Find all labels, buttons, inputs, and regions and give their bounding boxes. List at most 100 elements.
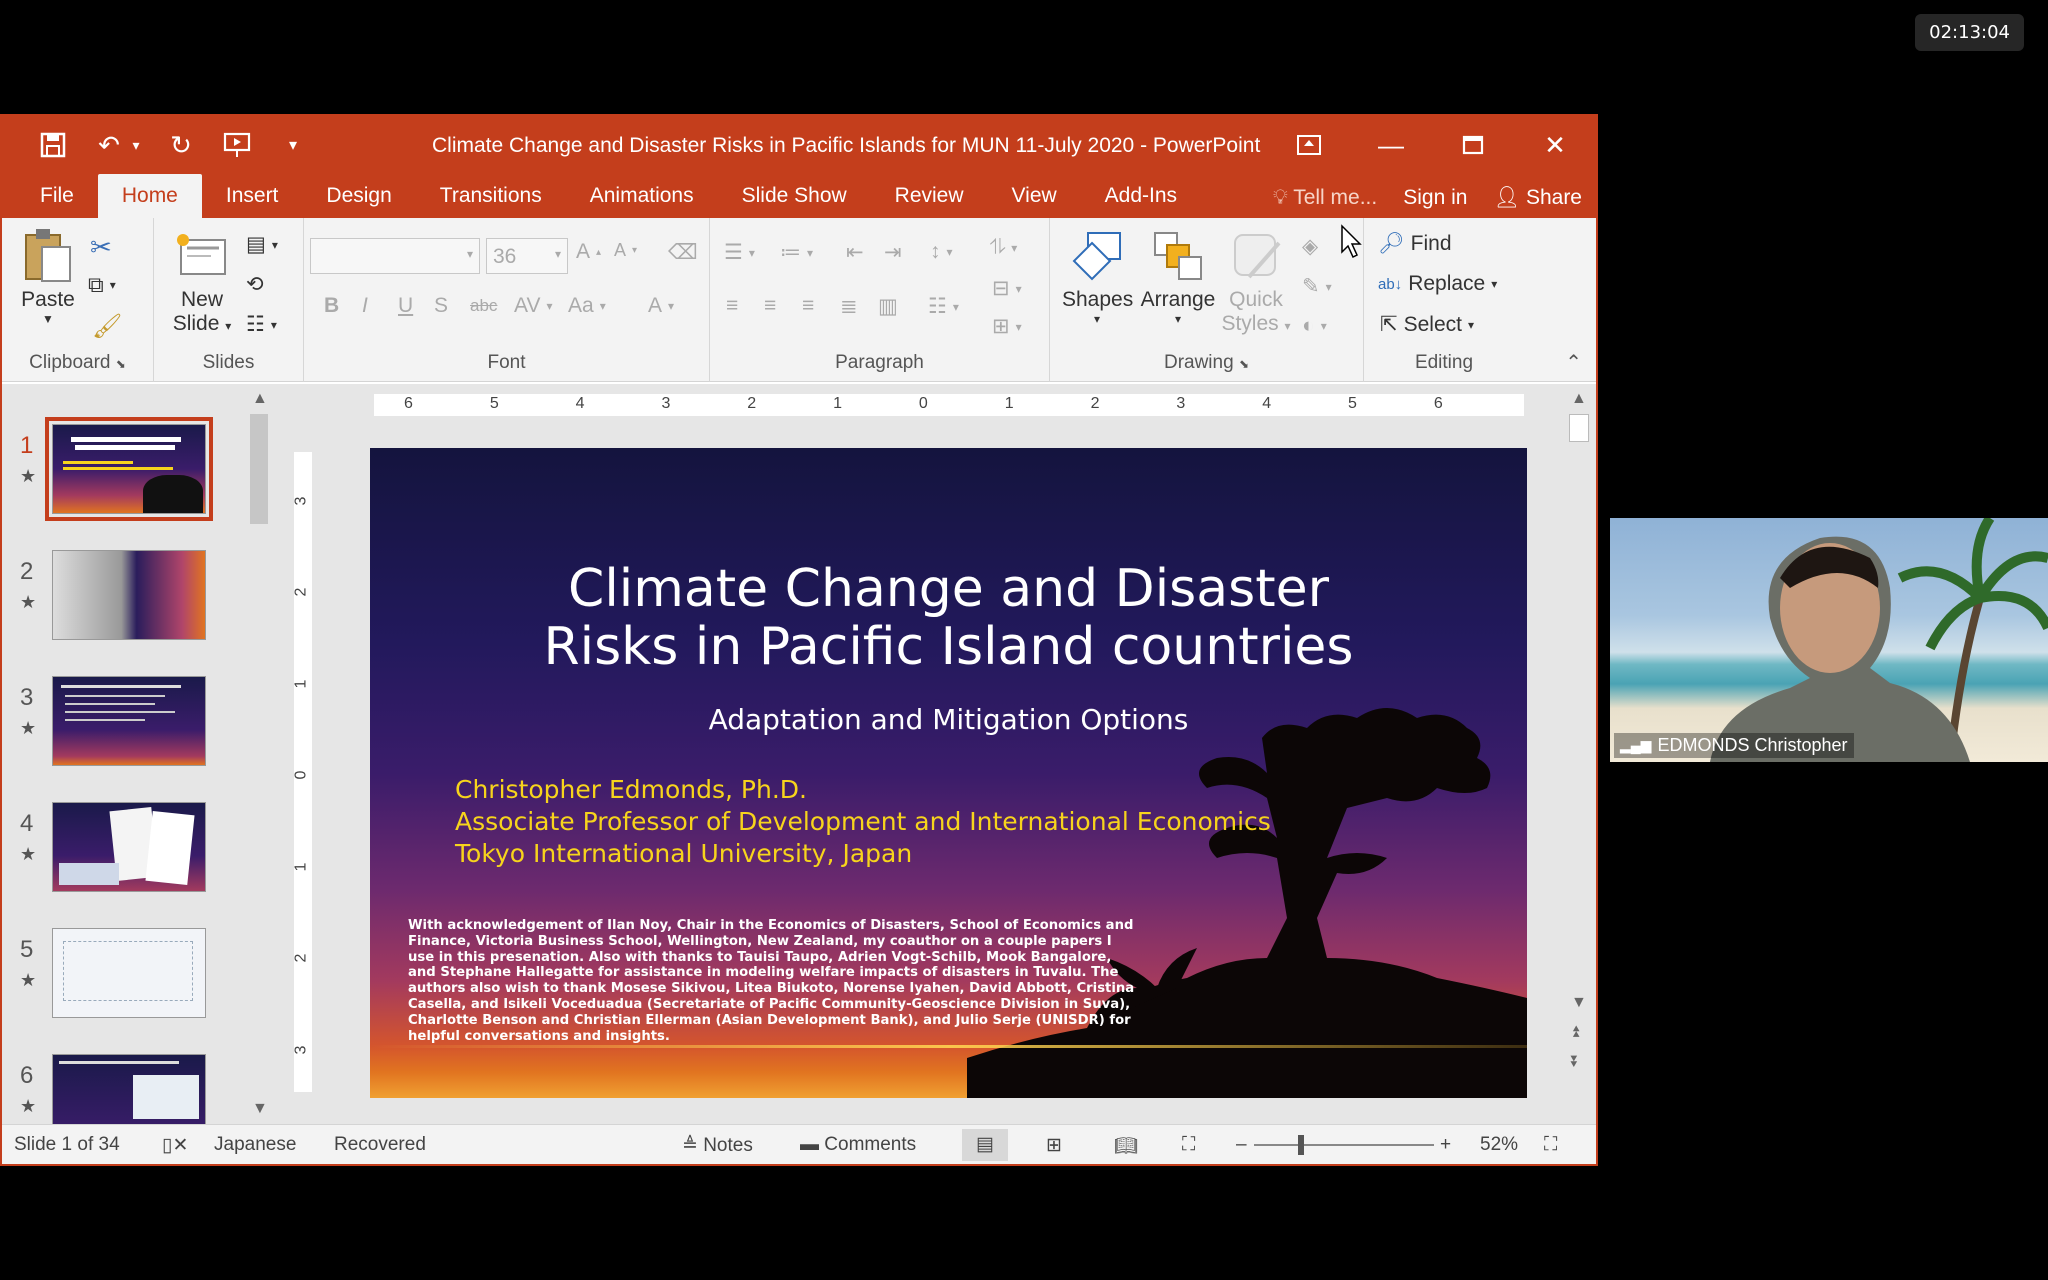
language-indicator[interactable]: Japanese bbox=[214, 1134, 296, 1156]
redo-icon[interactable]: ↻ bbox=[164, 128, 198, 162]
maximize-icon[interactable] bbox=[1432, 116, 1514, 174]
cut-icon[interactable]: ✂ bbox=[90, 232, 112, 263]
decrease-font-icon[interactable]: A ▾ bbox=[614, 240, 637, 261]
undo-icon[interactable]: ↶ bbox=[92, 128, 126, 162]
zoom-slider-knob[interactable] bbox=[1298, 1135, 1304, 1155]
tab-view[interactable]: View bbox=[988, 184, 1081, 218]
tab-add-ins[interactable]: Add-Ins bbox=[1081, 184, 1201, 218]
shape-fill-icon[interactable]: ◈ bbox=[1302, 234, 1318, 259]
normal-view-icon[interactable]: ▤ bbox=[962, 1129, 1008, 1161]
zoom-out-icon[interactable]: – bbox=[1236, 1134, 1247, 1156]
zoom-slider[interactable] bbox=[1254, 1144, 1434, 1146]
tell-me-search[interactable]: 💡︎ Tell me... bbox=[1273, 186, 1377, 210]
fit-to-window-icon[interactable]: ⛶ bbox=[1544, 1134, 1557, 1156]
close-icon[interactable]: ✕ bbox=[1514, 116, 1596, 174]
layout-icon[interactable]: ▤ ▾ bbox=[246, 232, 278, 257]
thumbnail-slide-2[interactable]: 2 ★ bbox=[2, 550, 222, 650]
dialog-launcher-icon[interactable]: ⬊ bbox=[116, 357, 126, 371]
strikethrough-icon[interactable]: abc bbox=[470, 296, 497, 316]
spell-check-icon[interactable]: ▯✕ bbox=[162, 1134, 188, 1157]
shape-outline-icon[interactable]: ✎ ▾ bbox=[1302, 274, 1332, 299]
tab-review[interactable]: Review bbox=[871, 184, 988, 218]
increase-font-icon[interactable]: A ▴ bbox=[576, 240, 601, 264]
tab-home[interactable]: Home bbox=[97, 174, 202, 218]
tab-animations[interactable]: Animations bbox=[566, 184, 718, 218]
comments-button[interactable]: ▬ Comments bbox=[800, 1134, 916, 1156]
align-left-icon[interactable]: ≡ bbox=[726, 294, 738, 318]
new-slide-button[interactable]: New Slide ▾ bbox=[164, 228, 240, 336]
notes-button[interactable]: ≜ Notes bbox=[682, 1134, 753, 1157]
text-direction-icon[interactable]: ⥮ ▾ bbox=[990, 236, 1017, 260]
previous-slide-icon[interactable]: ⏫︎ bbox=[1571, 1024, 1579, 1042]
arrange-button[interactable]: Arrange ▾ bbox=[1138, 228, 1218, 326]
increase-indent-icon[interactable]: ⇥ bbox=[884, 240, 902, 265]
select-button[interactable]: ⇱ Select ▾ bbox=[1380, 312, 1474, 337]
collapse-ribbon-icon[interactable]: ⌃ bbox=[1565, 350, 1582, 375]
scrollbar-thumb[interactable] bbox=[1569, 414, 1589, 442]
bullets-icon[interactable]: ☰ ▾ bbox=[724, 240, 755, 265]
minimize-icon[interactable]: — bbox=[1350, 116, 1432, 174]
scrollbar-thumb[interactable] bbox=[250, 414, 268, 524]
replace-button[interactable]: ab↓ Replace ▾ bbox=[1378, 272, 1497, 296]
transition-star-icon: ★ bbox=[20, 970, 37, 990]
clear-formatting-icon[interactable]: ⌫ bbox=[668, 240, 698, 265]
numbering-icon[interactable]: ≔ ▾ bbox=[780, 240, 813, 265]
copy-icon[interactable]: ⧉ ▾ bbox=[88, 272, 116, 298]
slide-sorter-icon[interactable]: ⊞ bbox=[1046, 1134, 1062, 1157]
find-button[interactable]: 🔎︎ Find bbox=[1378, 232, 1452, 256]
font-name-box[interactable]: ▾ bbox=[310, 238, 480, 274]
tab-insert[interactable]: Insert bbox=[202, 184, 303, 218]
change-case-icon[interactable]: Aa ▾ bbox=[568, 294, 606, 318]
undo-dropdown-icon[interactable]: ▾ bbox=[130, 128, 142, 162]
align-center-icon[interactable]: ≡ bbox=[764, 294, 776, 318]
thumbnail-slide-5[interactable]: 5 ★ bbox=[2, 928, 222, 1028]
line-spacing-icon[interactable]: ↕ ▾ bbox=[930, 240, 953, 264]
text-shadow-icon[interactable]: S bbox=[434, 294, 448, 318]
columns-icon[interactable]: ☷ ▾ bbox=[928, 294, 959, 319]
ribbon-display-options-icon[interactable] bbox=[1268, 116, 1350, 174]
thumbnail-slide-1[interactable]: 1 ★ bbox=[2, 417, 222, 524]
thumbnail-slide-4[interactable]: 4 ★ bbox=[2, 802, 222, 902]
font-size-box[interactable]: 36 ▾ bbox=[486, 238, 568, 274]
font-color-icon[interactable]: A ▾ bbox=[648, 294, 674, 318]
paste-button[interactable]: Paste ▼ bbox=[16, 228, 80, 326]
thumbnail-slide-3[interactable]: 3 ★ bbox=[2, 676, 222, 776]
customize-qat-icon[interactable]: ▾ bbox=[276, 128, 310, 162]
tab-transitions[interactable]: Transitions bbox=[416, 184, 566, 218]
share-button[interactable]: 👤︎ Share bbox=[1493, 186, 1582, 210]
slide-show-icon[interactable]: ⛶ bbox=[1182, 1134, 1195, 1156]
slide-vertical-scrollbar[interactable]: ▲ ▼ ⏫︎ ⏬︎ bbox=[1562, 384, 1596, 1124]
quick-styles-button[interactable]: Quick Styles ▾ bbox=[1220, 228, 1292, 336]
start-from-beginning-icon[interactable] bbox=[220, 128, 254, 162]
tab-file[interactable]: File bbox=[16, 184, 98, 218]
shape-effects-icon[interactable]: ◐ ▾ bbox=[1302, 314, 1327, 338]
decrease-indent-icon[interactable]: ⇤ bbox=[846, 240, 864, 265]
tab-design[interactable]: Design bbox=[302, 184, 415, 218]
smartart-icon[interactable]: ⊞ ▾ bbox=[992, 314, 1022, 339]
next-slide-icon[interactable]: ⏬︎ bbox=[1571, 1054, 1579, 1072]
section-icon[interactable]: ☷ ▾ bbox=[246, 312, 277, 337]
italic-icon[interactable]: I bbox=[362, 294, 368, 318]
tab-slide-show[interactable]: Slide Show bbox=[718, 184, 871, 218]
zoom-level[interactable]: 52% bbox=[1480, 1134, 1518, 1156]
align-right-icon[interactable]: ≡ bbox=[802, 294, 814, 318]
format-painter-icon[interactable]: 🖌︎ bbox=[92, 312, 122, 341]
character-spacing-icon[interactable]: AV ▾ bbox=[514, 294, 553, 318]
scroll-up-icon[interactable]: ▲ bbox=[1571, 390, 1587, 408]
justify-icon[interactable]: ≣ bbox=[840, 294, 858, 319]
bold-icon[interactable]: B bbox=[324, 294, 339, 318]
shapes-button[interactable]: Shapes ▾ bbox=[1062, 228, 1133, 326]
slide-canvas[interactable]: Climate Change and Disaster Risks in Pac… bbox=[370, 448, 1527, 1098]
scroll-down-icon[interactable]: ▼ bbox=[1571, 994, 1587, 1012]
distributed-icon[interactable]: ▥ bbox=[878, 294, 898, 319]
align-text-icon[interactable]: ⊟ ▾ bbox=[992, 276, 1022, 301]
scroll-up-icon[interactable]: ▲ bbox=[252, 390, 268, 408]
save-icon[interactable] bbox=[36, 128, 70, 162]
reading-view-icon[interactable]: 📖︎ bbox=[1114, 1134, 1138, 1158]
thumbnails-scrollbar[interactable]: ▲ ▼ bbox=[246, 384, 272, 1124]
zoom-in-icon[interactable]: + bbox=[1440, 1134, 1451, 1156]
reset-icon[interactable]: ⟲ bbox=[246, 272, 264, 297]
scroll-down-icon[interactable]: ▼ bbox=[252, 1100, 268, 1118]
sign-in-link[interactable]: Sign in bbox=[1403, 186, 1467, 210]
underline-icon[interactable]: U bbox=[398, 294, 413, 318]
